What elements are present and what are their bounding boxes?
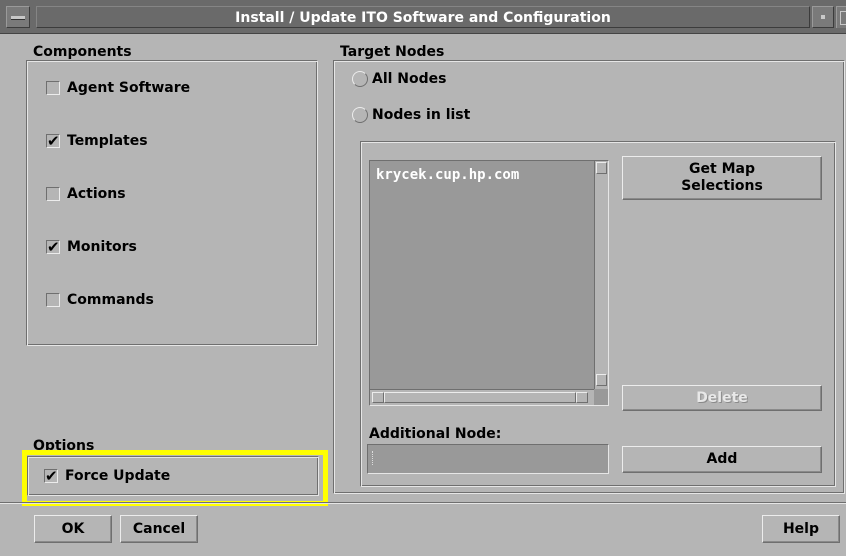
actions-check-indicator bbox=[46, 187, 60, 201]
actions-checkbox[interactable]: Actions bbox=[46, 186, 126, 202]
delete-button-label: Delete bbox=[696, 389, 748, 406]
add-button[interactable]: Add bbox=[622, 446, 822, 473]
title-bar: Install / Update ITO Software and Config… bbox=[0, 0, 846, 34]
help-button-label: Help bbox=[782, 520, 820, 537]
cancel-button[interactable]: Cancel bbox=[120, 515, 198, 543]
nodes-vertical-scrollbar[interactable] bbox=[594, 161, 608, 389]
components-label: Components bbox=[33, 44, 132, 60]
templates-label: Templates bbox=[67, 133, 148, 149]
monitors-label: Monitors bbox=[67, 239, 137, 255]
force-update-checkbox[interactable]: Force Update bbox=[44, 467, 171, 485]
scroll-left-arrow[interactable] bbox=[372, 392, 384, 403]
actions-label: Actions bbox=[67, 186, 126, 202]
additional-node-input[interactable] bbox=[367, 444, 609, 474]
templates-check-indicator bbox=[46, 132, 60, 150]
commands-checkbox[interactable]: Commands bbox=[46, 292, 154, 308]
get-map-selections-button[interactable]: Get Map Selections bbox=[622, 156, 822, 200]
footer-separator bbox=[0, 502, 846, 504]
nodes-in-list-radio-indicator bbox=[352, 107, 368, 123]
install-update-dialog: Install / Update ITO Software and Config… bbox=[0, 0, 846, 556]
maximize-button[interactable] bbox=[836, 6, 846, 28]
agent-software-checkbox[interactable]: Agent Software bbox=[46, 80, 190, 96]
cancel-button-label: Cancel bbox=[132, 520, 186, 537]
window-menu-button[interactable] bbox=[6, 6, 30, 28]
get-map-label-line2: Selections bbox=[681, 178, 763, 194]
templates-checkbox[interactable]: Templates bbox=[46, 132, 148, 150]
monitors-check-indicator bbox=[46, 238, 60, 256]
scroll-right-arrow[interactable] bbox=[576, 392, 588, 403]
force-update-check-indicator bbox=[44, 467, 58, 485]
add-button-label: Add bbox=[706, 451, 738, 467]
help-button[interactable]: Help bbox=[762, 515, 840, 543]
window-title: Install / Update ITO Software and Config… bbox=[36, 6, 810, 28]
all-nodes-label: All Nodes bbox=[372, 71, 447, 87]
agent-software-label: Agent Software bbox=[67, 80, 191, 96]
additional-node-label: Additional Node: bbox=[369, 426, 502, 442]
monitors-checkbox[interactable]: Monitors bbox=[46, 238, 137, 256]
target-nodes-label: Target Nodes bbox=[340, 44, 445, 60]
horizontal-scroll-thumb[interactable] bbox=[384, 392, 576, 403]
commands-check-indicator bbox=[46, 293, 60, 307]
delete-button[interactable]: Delete bbox=[622, 385, 822, 411]
node-list-item[interactable]: krycek.cup.hp.com bbox=[376, 167, 519, 183]
nodes-in-list-label: Nodes in list bbox=[372, 107, 471, 123]
nodes-in-list-radio[interactable]: Nodes in list bbox=[352, 107, 470, 123]
scroll-up-arrow[interactable] bbox=[596, 162, 607, 174]
scroll-down-arrow[interactable] bbox=[596, 374, 607, 386]
text-caret bbox=[372, 451, 373, 465]
get-map-label-line1: Get Map bbox=[689, 161, 755, 177]
nodes-listbox[interactable]: krycek.cup.hp.com bbox=[369, 160, 609, 406]
ok-button-label: OK bbox=[61, 520, 85, 537]
all-nodes-radio[interactable]: All Nodes bbox=[352, 71, 447, 87]
agent-software-check-indicator bbox=[46, 81, 60, 95]
ok-button[interactable]: OK bbox=[34, 515, 112, 543]
minimize-button[interactable] bbox=[812, 6, 834, 28]
nodes-horizontal-scrollbar[interactable] bbox=[370, 389, 594, 405]
force-update-label: Force Update bbox=[65, 468, 171, 484]
commands-label: Commands bbox=[67, 292, 154, 308]
all-nodes-radio-indicator bbox=[352, 71, 368, 87]
